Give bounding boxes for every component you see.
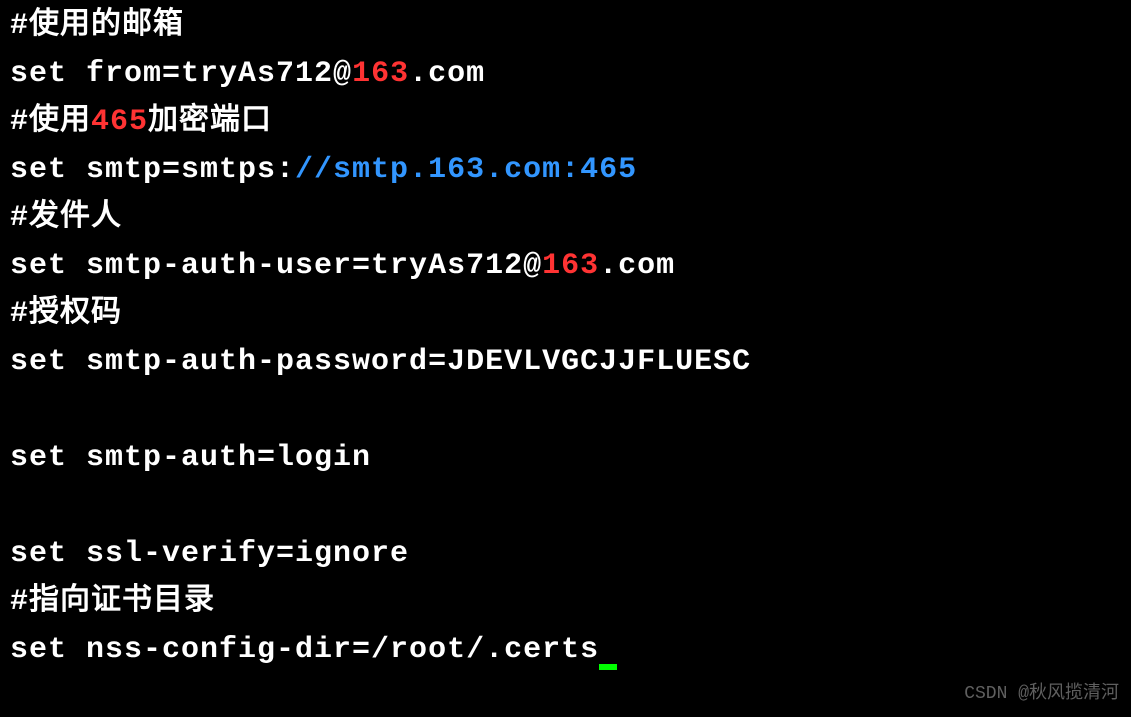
code-segment: set from=tryAs712@ bbox=[10, 57, 352, 91]
terminal-line bbox=[10, 482, 1121, 530]
code-segment: set smtp=smtps: bbox=[10, 153, 295, 187]
terminal-line: #发件人 bbox=[10, 194, 1121, 242]
code-segment: set smtp-auth=login bbox=[10, 441, 371, 475]
terminal-line: set smtp=smtps://smtp.163.com:465 bbox=[10, 146, 1121, 194]
code-segment: .com bbox=[409, 57, 485, 91]
terminal-line: set smtp-auth-password=JDEVLVGCJJFLUESC bbox=[10, 338, 1121, 386]
code-segment: //smtp.163.com:465 bbox=[295, 153, 637, 187]
code-segment: 163 bbox=[352, 57, 409, 91]
terminal-line: set from=tryAs712@163.com bbox=[10, 50, 1121, 98]
code-segment: .com bbox=[599, 249, 675, 283]
terminal-line: #授权码 bbox=[10, 290, 1121, 338]
code-segment: 163 bbox=[542, 249, 599, 283]
terminal-line: #使用的邮箱 bbox=[10, 2, 1121, 50]
code-segment: 465 bbox=[91, 105, 148, 139]
code-segment: #使用的邮箱 bbox=[10, 9, 184, 43]
terminal-output: #使用的邮箱set from=tryAs712@163.com#使用465加密端… bbox=[10, 2, 1121, 674]
code-segment bbox=[10, 393, 29, 427]
terminal-line: set smtp-auth=login bbox=[10, 434, 1121, 482]
terminal-line bbox=[10, 386, 1121, 434]
code-segment: #发件人 bbox=[10, 201, 122, 235]
terminal-line: #使用465加密端口 bbox=[10, 98, 1121, 146]
watermark-text: CSDN @秋风揽清河 bbox=[964, 680, 1119, 709]
terminal-line: #指向证书目录 bbox=[10, 578, 1121, 626]
code-segment: set smtp-auth-password=JDEVLVGCJJFLUESC bbox=[10, 345, 751, 379]
code-segment: #授权码 bbox=[10, 297, 122, 331]
code-segment: set smtp-auth-user=tryAs712@ bbox=[10, 249, 542, 283]
cursor-icon bbox=[599, 664, 617, 670]
code-segment: 加密端口 bbox=[148, 105, 272, 139]
terminal-line: set ssl-verify=ignore bbox=[10, 530, 1121, 578]
code-segment: #使用 bbox=[10, 105, 91, 139]
code-segment: set nss-config-dir=/root/.certs bbox=[10, 633, 599, 667]
code-segment: #指向证书目录 bbox=[10, 585, 215, 619]
code-segment bbox=[10, 489, 29, 523]
code-segment: set ssl-verify=ignore bbox=[10, 537, 409, 571]
terminal-line: set nss-config-dir=/root/.certs bbox=[10, 626, 1121, 674]
terminal-line: set smtp-auth-user=tryAs712@163.com bbox=[10, 242, 1121, 290]
